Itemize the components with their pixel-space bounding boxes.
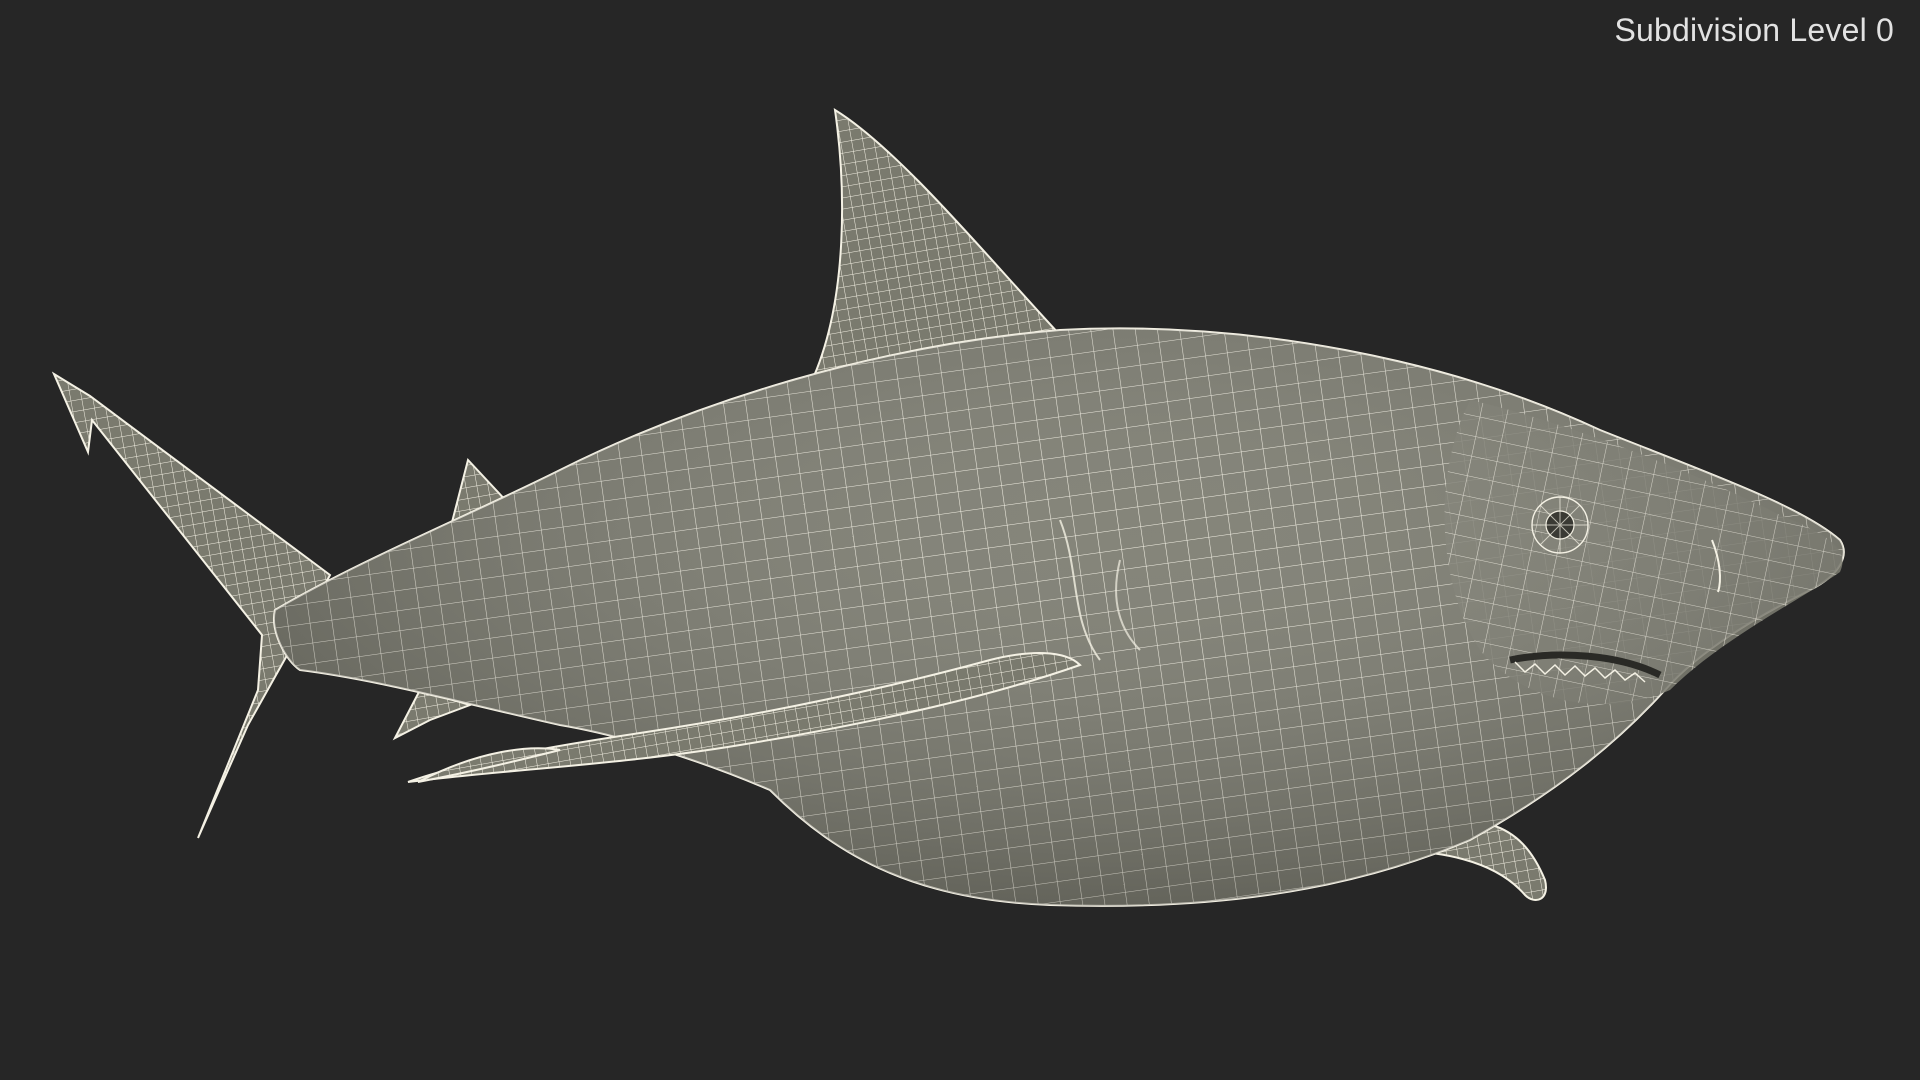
eye [1531,496,1589,554]
render-viewport: Subdivision Level 0 [0,0,1920,1080]
shark-wireframe-model [51,108,1845,907]
